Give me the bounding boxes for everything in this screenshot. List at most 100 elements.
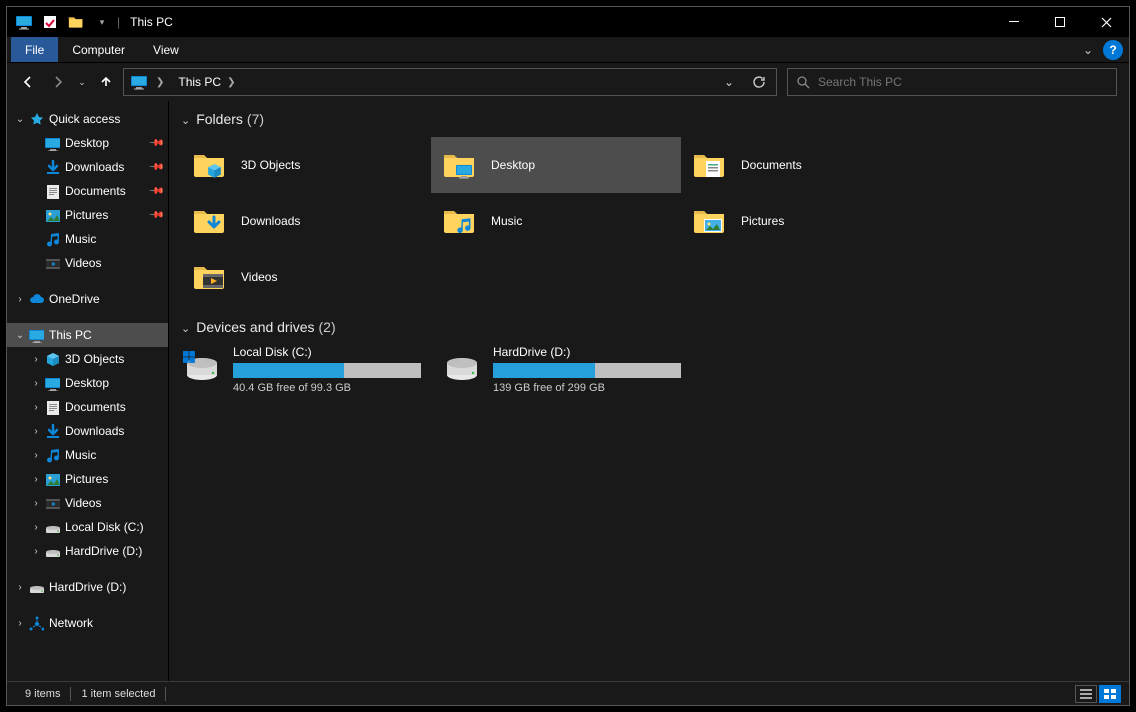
drive-tile[interactable]: HardDrive (D:)139 GB free of 299 GB [441,345,681,394]
refresh-button[interactable] [744,69,774,95]
view-tiles-button[interactable] [1099,685,1121,703]
tree-this-pc-item[interactable]: ›Videos [7,491,168,515]
address-bar[interactable]: ❯ This PC ❯ ⌄ [123,68,777,96]
titlebar[interactable]: ▾ | This PC [7,7,1129,37]
drive-icon [181,345,223,387]
folder-tile[interactable]: 3D Objects [181,137,431,193]
folder-tile[interactable]: Pictures [681,193,931,249]
chevron-right-icon[interactable]: › [29,498,43,509]
tree-quick-access-item[interactable]: Videos [7,251,168,275]
back-button[interactable] [15,69,41,95]
ribbon-tab-view[interactable]: View [139,37,193,62]
chevron-down-icon[interactable]: ⌄ [181,322,190,335]
chevron-right-icon[interactable]: › [29,450,43,461]
tree-this-pc-item[interactable]: ›Local Disk (C:) [7,515,168,539]
tree-this-pc[interactable]: ⌄ This PC [7,323,168,347]
cloud-icon [27,291,45,307]
chevron-down-icon[interactable]: ⌄ [13,330,27,341]
help-icon[interactable]: ? [1103,40,1123,60]
content-pane[interactable]: ⌄ Folders (7) 3D Objects Desktop Documents… [169,101,1129,681]
tree-this-pc-item[interactable]: ›Desktop [7,371,168,395]
folder-tile[interactable]: Documents [681,137,931,193]
documents-icon [43,183,61,199]
chevron-right-icon[interactable]: › [13,582,27,593]
chevron-right-icon[interactable]: ❯ [227,77,235,88]
ribbon-expand-icon[interactable]: ⌄ [1075,37,1101,62]
folder-label: Desktop [491,158,535,172]
chevron-down-icon[interactable]: ⌄ [181,114,190,127]
videos-icon [43,495,61,511]
tree-quick-access-item[interactable]: Documents📌 [7,179,168,203]
tree-this-pc-item[interactable]: ›Downloads [7,419,168,443]
chevron-right-icon[interactable]: › [29,426,43,437]
folder-label: Documents [741,158,802,172]
tree-quick-access-item[interactable]: Downloads📌 [7,155,168,179]
tree-quick-access-item[interactable]: Desktop📌 [7,131,168,155]
address-dropdown-icon[interactable]: ⌄ [714,69,744,95]
qat-newfolder-icon[interactable] [65,11,87,33]
pin-icon: 📌 [147,135,164,152]
navigation-pane[interactable]: ⌄ Quick access Desktop📌Downloads📌Documen… [7,101,169,681]
ribbon-tab-computer[interactable]: Computer [58,37,139,62]
folder-tile[interactable]: Downloads [181,193,431,249]
search-input[interactable] [818,75,1108,89]
chevron-right-icon[interactable]: › [29,378,43,389]
navbar: ⌄ ❯ This PC ❯ ⌄ [7,63,1129,101]
chevron-right-icon[interactable]: › [29,354,43,365]
qat-dropdown-icon[interactable]: ▾ [91,11,113,33]
drive-tile[interactable]: Local Disk (C:)40.4 GB free of 99.3 GB [181,345,421,394]
chevron-right-icon[interactable]: › [13,618,27,629]
status-selection: 1 item selected [71,688,165,700]
chevron-right-icon[interactable]: › [29,474,43,485]
pin-icon: 📌 [147,159,164,176]
tree-network[interactable]: › Network [7,611,168,635]
star-icon [27,111,45,127]
ribbon-file-tab[interactable]: File [11,37,58,62]
qat-properties-icon[interactable] [39,11,61,33]
chevron-right-icon[interactable]: › [29,546,43,557]
pictures-icon [43,207,61,223]
tree-onedrive[interactable]: › OneDrive [7,287,168,311]
recent-dropdown-icon[interactable]: ⌄ [75,69,89,95]
tree-this-pc-item[interactable]: ›Documents [7,395,168,419]
drive-free-text: 139 GB free of 299 GB [493,382,681,394]
drive-icon [441,345,483,387]
forward-button[interactable] [45,69,71,95]
group-header-drives[interactable]: ⌄ Devices and drives (2) [181,319,1111,335]
address-location[interactable]: This PC [178,75,221,89]
status-item-count: 9 items [15,688,70,700]
view-details-button[interactable] [1075,685,1097,703]
folder-label: Downloads [241,214,300,228]
music-icon [43,231,61,247]
folder-tile[interactable]: Videos [181,249,431,305]
maximize-button[interactable] [1037,7,1083,37]
pictures-folder-icon [689,200,731,242]
folder-tile[interactable]: Music [431,193,681,249]
chevron-right-icon[interactable]: › [29,402,43,413]
search-box[interactable] [787,68,1117,96]
minimize-button[interactable] [991,7,1037,37]
tree-quick-access[interactable]: ⌄ Quick access [7,107,168,131]
drive-label: Local Disk (C:) [233,345,421,359]
chevron-right-icon[interactable]: › [29,522,43,533]
tree-this-pc-item[interactable]: ›Pictures [7,467,168,491]
videos-icon [43,255,61,271]
folder-tile[interactable]: Desktop [431,137,681,193]
chevron-right-icon[interactable]: › [13,294,27,305]
close-button[interactable] [1083,7,1129,37]
tree-this-pc-item[interactable]: ›3D Objects [7,347,168,371]
downloads-icon [43,423,61,439]
explorer-window: ▾ | This PC File Computer View ⌄ ? ⌄ ❯ T… [6,6,1130,706]
status-bar: 9 items 1 item selected [7,681,1129,705]
tree-quick-access-item[interactable]: Music [7,227,168,251]
group-header-folders[interactable]: ⌄ Folders (7) [181,111,1111,127]
tree-harddrive[interactable]: › HardDrive (D:) [7,575,168,599]
tree-quick-access-item[interactable]: Pictures📌 [7,203,168,227]
desktop-folder-icon [439,144,481,186]
tree-this-pc-item[interactable]: ›Music [7,443,168,467]
chevron-down-icon[interactable]: ⌄ [13,114,27,125]
up-button[interactable] [93,69,119,95]
tree-this-pc-item[interactable]: ›HardDrive (D:) [7,539,168,563]
drive-icon [43,519,61,535]
chevron-right-icon[interactable]: ❯ [156,77,164,88]
